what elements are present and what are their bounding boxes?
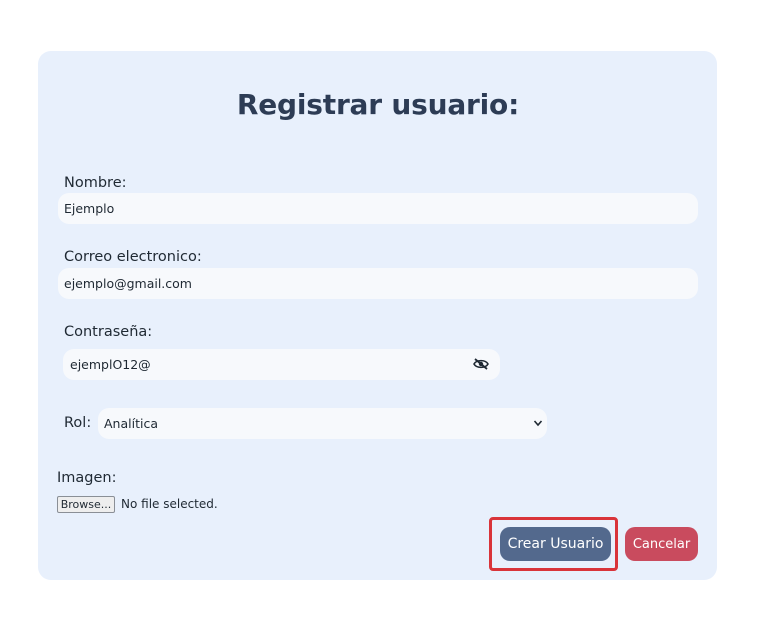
create-user-button[interactable]: Crear Usuario [500,527,611,561]
chevron-down-icon [533,420,543,427]
name-label: Nombre: [64,175,127,191]
email-label: Correo electronico: [64,249,202,265]
browse-button[interactable]: Browse... [57,496,115,513]
email-field[interactable]: ejemplo@gmail.com [58,268,698,299]
role-select[interactable]: Analítica [98,408,547,439]
role-label: Rol: [64,415,92,431]
password-value: ejemplO12@ [70,357,151,372]
image-label: Imagen: [57,470,117,486]
eye-slash-icon[interactable] [473,358,489,370]
role-selected-value: Analítica [104,416,158,431]
file-status: No file selected. [121,497,218,511]
cancel-button[interactable]: Cancelar [625,527,698,561]
password-field[interactable]: ejemplO12@ [63,349,500,380]
name-field[interactable]: Ejemplo [58,193,698,224]
password-label: Contraseña: [64,324,153,340]
name-value: Ejemplo [64,201,115,216]
email-value: ejemplo@gmail.com [64,276,192,291]
page-title: Registrar usuario: [236,88,520,121]
